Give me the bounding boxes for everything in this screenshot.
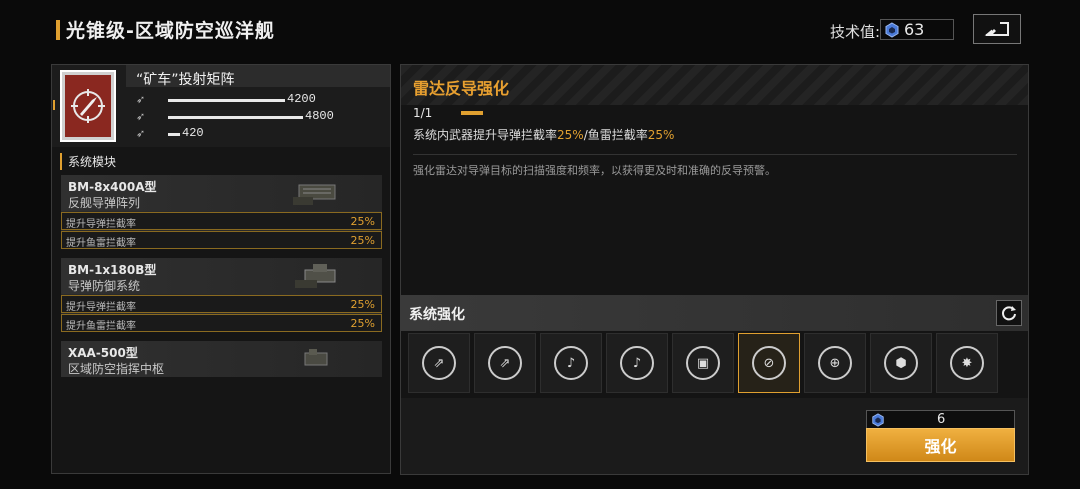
stat-type-icon: ➶ xyxy=(136,110,146,123)
module-head: BM-1x180B型 导弹防御系统 xyxy=(61,258,382,294)
effect-value: 25% xyxy=(350,215,375,228)
stat-type-icon: ➶ xyxy=(136,93,146,106)
effect-label: 提升导弹拦截率 xyxy=(66,219,136,230)
module-subtitle: 导弹防御系统 xyxy=(68,279,141,293)
module-card-3[interactable]: XAA-500型 区域防空指挥中枢 xyxy=(61,341,382,377)
effect-label: 提升导弹拦截率 xyxy=(66,302,136,313)
enhance-slot-8[interactable]: ⬢ xyxy=(870,333,932,393)
effect-value: 25% xyxy=(557,128,584,142)
missile-icon: ⇗ xyxy=(422,346,456,380)
weapon-name: “矿车”投射矩阵 xyxy=(136,72,235,88)
stat-value: 4200 xyxy=(287,92,316,106)
effect-value: 25% xyxy=(647,128,675,142)
module-name: BM-1x180B型 xyxy=(68,263,157,277)
stat-bar xyxy=(168,116,303,119)
stat-row-2: ➶ 4800 xyxy=(136,109,376,124)
tech-point-icon xyxy=(872,413,884,427)
enhance-slot-1[interactable]: ⇗ xyxy=(408,333,470,393)
module-effect-row: 提升鱼雷拦截率 25% xyxy=(61,314,382,332)
effect-value: 25% xyxy=(350,298,375,311)
enhance-slot-7[interactable]: ⊕ xyxy=(804,333,866,393)
effect-value: 25% xyxy=(350,234,375,247)
refresh-button[interactable] xyxy=(996,300,1022,326)
back-icon xyxy=(984,22,1009,36)
top-bar: 光锥级-区域防空巡洋舰 技术值: 63 xyxy=(0,0,1080,58)
stat-row-3: ➶ 420 xyxy=(136,126,376,141)
cost-box: 6 xyxy=(866,410,1015,430)
module-name: BM-8x400A型 xyxy=(68,180,157,194)
cube-icon: ⬢ xyxy=(884,346,918,380)
stat-type-icon: ➶ xyxy=(136,127,146,140)
guitar-icon: ♪ xyxy=(620,346,654,380)
star-icon: ✸ xyxy=(950,346,984,380)
weapon-side-mark xyxy=(53,100,55,110)
effect-text: /鱼雷拦截率 xyxy=(583,128,648,142)
missile-launcher-image xyxy=(293,184,336,205)
effect-label: 提升鱼雷拦截率 xyxy=(66,238,136,249)
module-head: XAA-500型 区域防空指挥中枢 xyxy=(61,341,382,377)
level-progress-bar xyxy=(461,111,483,115)
detail-effect: 系统内武器提升导弹拦截率25%/鱼雷拦截率25% xyxy=(413,126,674,143)
enhance-header: 系统强化 xyxy=(401,295,1028,331)
stat-value: 420 xyxy=(182,126,204,140)
enhance-slot-6-selected[interactable]: ⊘ xyxy=(738,333,800,393)
enhance-slot-2[interactable]: ⇗ xyxy=(474,333,536,393)
stat-bar xyxy=(168,133,180,136)
detail-title: 雷达反导强化 xyxy=(413,79,510,98)
enhance-slots: ⇗ ⇗ ♪ ♪ ▣ ⊘ ⊕ ⬢ ✸ xyxy=(405,333,1025,395)
chip-icon: ▣ xyxy=(686,346,720,380)
refresh-icon xyxy=(1002,306,1016,321)
effect-label: 提升鱼雷拦截率 xyxy=(66,321,136,332)
tech-value: 63 xyxy=(904,20,925,39)
title-accent-mark xyxy=(56,20,60,40)
tech-point-icon xyxy=(885,22,899,38)
weapon-header: “矿车”投射矩阵 ➶ 4200 ➶ 4800 ➶ 420 xyxy=(52,65,390,147)
missile-target-icon xyxy=(71,89,105,123)
module-subtitle: 反舰导弹阵列 xyxy=(68,196,141,210)
stat-value: 4800 xyxy=(305,109,334,123)
enhance-slot-9[interactable]: ✸ xyxy=(936,333,998,393)
effect-text: 系统内武器提升导弹拦截率 xyxy=(413,128,558,142)
enhance-slot-4[interactable]: ♪ xyxy=(606,333,668,393)
back-button[interactable] xyxy=(973,14,1021,44)
module-card-2[interactable]: BM-1x180B型 导弹防御系统 提升导弹拦截率 25% 提升鱼雷拦截率 25… xyxy=(61,258,382,332)
stat-row-1: ➶ 4200 xyxy=(136,92,376,107)
stat-bar xyxy=(168,99,285,102)
enhance-title: 系统强化 xyxy=(409,307,465,323)
missile-icon: ⇗ xyxy=(488,346,522,380)
page-title: 光锥级-区域防空巡洋舰 xyxy=(66,20,275,42)
defense-turret-image xyxy=(295,264,336,288)
module-effect-row: 提升鱼雷拦截率 25% xyxy=(61,231,382,249)
detail-header: 雷达反导强化 xyxy=(401,65,1028,105)
tech-value-label: 技术值: xyxy=(830,23,881,41)
enhance-slot-3[interactable]: ♪ xyxy=(540,333,602,393)
module-effect-row: 提升导弹拦截率 25% xyxy=(61,212,382,230)
detail-level: 1/1 xyxy=(413,106,433,120)
command-center-image xyxy=(304,349,328,366)
module-effect-row: 提升导弹拦截率 25% xyxy=(61,295,382,313)
enhance-slot-5[interactable]: ▣ xyxy=(672,333,734,393)
enhance-button[interactable]: 强化 xyxy=(866,428,1015,462)
module-card-1[interactable]: BM-8x400A型 反舰导弹阵列 提升导弹拦截率 25% 提升鱼雷拦截率 25… xyxy=(61,175,382,249)
effect-value: 25% xyxy=(350,317,375,330)
modules-section-title: 系统模块 xyxy=(60,153,116,170)
cost-value: 6 xyxy=(937,412,946,427)
weapon-icon-frame[interactable] xyxy=(60,70,116,142)
target-icon: ⊕ xyxy=(818,346,852,380)
detail-panel: 雷达反导强化 1/1 系统内武器提升导弹拦截率25%/鱼雷拦截率25% 强化雷达… xyxy=(400,64,1029,475)
module-name: XAA-500型 xyxy=(68,346,138,360)
weapon-panel: “矿车”投射矩阵 ➶ 4200 ➶ 4800 ➶ 420 系统模块 BM-8x4… xyxy=(51,64,391,474)
module-subtitle: 区域防空指挥中枢 xyxy=(68,362,165,376)
weapon-icon xyxy=(65,75,111,137)
detail-description: 强化雷达对导弹目标的扫描强度和频率，以获得更及时和准确的反导预警。 xyxy=(413,164,776,177)
guitar-icon: ♪ xyxy=(554,346,588,380)
divider xyxy=(413,154,1017,155)
module-head: BM-8x400A型 反舰导弹阵列 xyxy=(61,175,382,211)
radar-crossed-icon: ⊘ xyxy=(752,346,786,380)
